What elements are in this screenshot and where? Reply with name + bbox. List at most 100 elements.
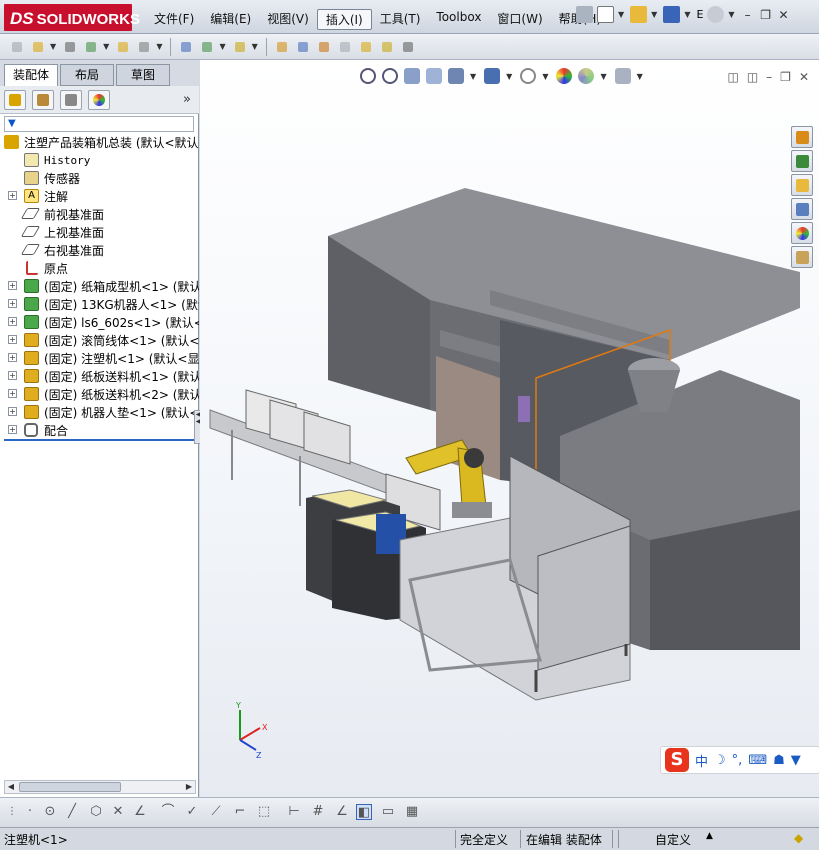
property-manager-tab[interactable] (32, 90, 54, 110)
tree-item-component[interactable]: + (固定) 13KG机器人<1> (默认 (0, 295, 199, 313)
chevron-down-icon[interactable]: ▼ (618, 10, 624, 19)
chevron-down-icon[interactable]: ▼ (219, 42, 225, 51)
chevron-down-icon[interactable]: ▼ (728, 10, 734, 19)
new-motion-study-icon[interactable] (273, 38, 291, 56)
assembly-features-icon[interactable] (198, 38, 216, 56)
feature-tree-tab[interactable] (4, 90, 26, 110)
chevron-down-icon[interactable]: ▼ (50, 42, 56, 51)
graphics-area[interactable]: ▼ ▼ ▼ ▼ ▼ ◫ ◫ – ❐ ✕ Y X Z S 中 ☽ °, ⌨ ☗ ▼ (200, 60, 819, 797)
tree-item-mates[interactable]: + 配合 (0, 421, 199, 439)
status-units[interactable]: 自定义 (655, 831, 691, 848)
menu-window[interactable]: 窗口(W) (489, 9, 550, 30)
double-chevron-right-icon[interactable]: » (183, 92, 191, 107)
chevron-down-icon[interactable]: ▼ (252, 42, 258, 51)
expand-icon[interactable]: + (8, 389, 17, 398)
clearance-verification-icon[interactable] (378, 38, 396, 56)
extend-icon[interactable]: ∠ (132, 804, 148, 820)
ime-toolbar[interactable]: S 中 ☽ °, ⌨ ☗ ▼ (660, 746, 819, 774)
tab-sketch[interactable]: 草图 (116, 64, 170, 86)
circle-icon[interactable]: ⊙ (42, 804, 58, 820)
filter-funnel-icon[interactable]: ▼ (8, 118, 16, 129)
hole-alignment-icon[interactable] (399, 38, 417, 56)
tree-filter-input[interactable]: ▼ (4, 116, 194, 132)
chamfer-icon[interactable]: ✓ (184, 804, 200, 820)
line-icon[interactable]: ╱ (64, 804, 80, 820)
insert-component-icon[interactable] (29, 38, 47, 56)
expand-icon[interactable]: + (8, 317, 17, 326)
tree-item-component[interactable]: + (固定) 滚筒线体<1> (默认< (0, 331, 199, 349)
appearances-tab[interactable] (791, 222, 813, 244)
scroll-right-icon[interactable]: ▶ (183, 781, 195, 793)
tree-item-top-plane[interactable]: 上视基准面 (0, 223, 199, 241)
pin-icon[interactable] (576, 6, 593, 23)
punctuation-icon[interactable]: °, (732, 753, 743, 768)
tree-item-history[interactable]: History (0, 151, 199, 169)
explode-line-sketch-icon[interactable] (336, 38, 354, 56)
grid-icon[interactable]: # (310, 804, 326, 820)
new-document-icon[interactable] (597, 6, 614, 23)
ime-mode-toggle[interactable]: 中 (695, 751, 708, 770)
menu-tools[interactable]: 工具(T) (372, 9, 429, 30)
linear-pattern-icon[interactable] (82, 38, 100, 56)
tree-item-component[interactable]: + (固定) 纸箱成型机<1> (默认 (0, 277, 199, 295)
reference-geometry-icon[interactable] (231, 38, 249, 56)
options-gear-icon[interactable] (707, 6, 725, 23)
tree-item-origin[interactable]: 原点 (0, 259, 199, 277)
move-component-icon[interactable] (135, 38, 153, 56)
sogou-logo-icon[interactable]: S (665, 748, 689, 772)
user-icon[interactable]: ☗ (773, 753, 785, 768)
mate-icon[interactable] (61, 38, 79, 56)
bill-of-materials-icon[interactable] (294, 38, 312, 56)
rollback-bar[interactable] (4, 439, 197, 441)
chevron-down-icon[interactable]: ▼ (103, 42, 109, 51)
tag-icon[interactable]: ◆ (794, 831, 803, 845)
tree-item-annotations[interactable]: + A 注解 (0, 187, 199, 205)
corner-icon[interactable]: ⌐ (232, 804, 248, 820)
point-icon[interactable]: · (22, 804, 38, 820)
tree-root-assembly[interactable]: 注塑产品装箱机总装 (默认<默认 (0, 133, 199, 151)
assembly-model-graphic[interactable] (200, 60, 819, 797)
solidworks-resources-tab[interactable] (791, 126, 813, 148)
file-explorer-tab[interactable] (791, 174, 813, 196)
table-icon[interactable]: ▦ (404, 804, 420, 820)
tree-item-component[interactable]: + (固定) 机器人垫<1> (默认< (0, 403, 199, 421)
solidworks-logo[interactable]: DS SOLIDWORKS (4, 4, 140, 31)
tab-layout[interactable]: 布局 (60, 64, 114, 86)
menu-view[interactable]: 视图(V) (259, 9, 317, 30)
tree-item-component[interactable]: + (固定) 注塑机<1> (默认<显 (0, 349, 199, 367)
expand-icon[interactable]: + (8, 353, 17, 362)
tree-item-sensors[interactable]: 传感器 (0, 169, 199, 187)
tree-item-component[interactable]: + (固定) 纸板送料机<1> (默认 (0, 367, 199, 385)
view-palette-tab[interactable] (791, 198, 813, 220)
tree-item-right-plane[interactable]: 右视基准面 (0, 241, 199, 259)
design-library-tab[interactable] (791, 150, 813, 172)
units-chevron-icon[interactable]: ▲ (706, 831, 713, 841)
interference-detection-icon[interactable] (357, 38, 375, 56)
configuration-manager-tab[interactable] (60, 90, 82, 110)
menu-insert[interactable]: 插入(I) (316, 9, 372, 30)
save-icon[interactable] (663, 6, 681, 23)
offset-icon[interactable]: ⟋ (208, 804, 224, 820)
polygon-icon[interactable]: ⬡ (88, 804, 104, 820)
chevron-down-icon[interactable]: ▼ (651, 10, 657, 19)
minimize-icon[interactable]: – (741, 8, 755, 22)
keyboard-icon[interactable]: ⌨ (748, 753, 767, 768)
custom-properties-tab[interactable] (791, 246, 813, 268)
fillet-icon[interactable]: ⌒ (160, 804, 176, 820)
moon-icon[interactable]: ☽ (714, 753, 726, 768)
chevron-down-icon[interactable]: ▼ (684, 10, 690, 19)
expand-icon[interactable]: + (8, 281, 17, 290)
3d-view-icon[interactable]: ◧ (356, 804, 372, 820)
angle-icon[interactable]: ∠ (334, 804, 350, 820)
show-hidden-icon[interactable] (177, 38, 195, 56)
tab-assembly[interactable]: 装配体 (4, 64, 58, 87)
horizontal-scrollbar[interactable]: ◀ ▶ (4, 780, 196, 794)
split-horizontal-icon[interactable]: ▭ (380, 804, 396, 820)
expand-icon[interactable]: + (8, 299, 17, 308)
trim-icon[interactable]: ✕ (110, 804, 126, 820)
edit-component-icon[interactable] (8, 38, 26, 56)
exploded-view-icon[interactable] (315, 38, 333, 56)
tree-item-component[interactable]: + (固定) 纸板送料机<2> (默认 (0, 385, 199, 403)
expand-icon[interactable]: + (8, 371, 17, 380)
scrollbar-thumb[interactable] (19, 782, 121, 792)
